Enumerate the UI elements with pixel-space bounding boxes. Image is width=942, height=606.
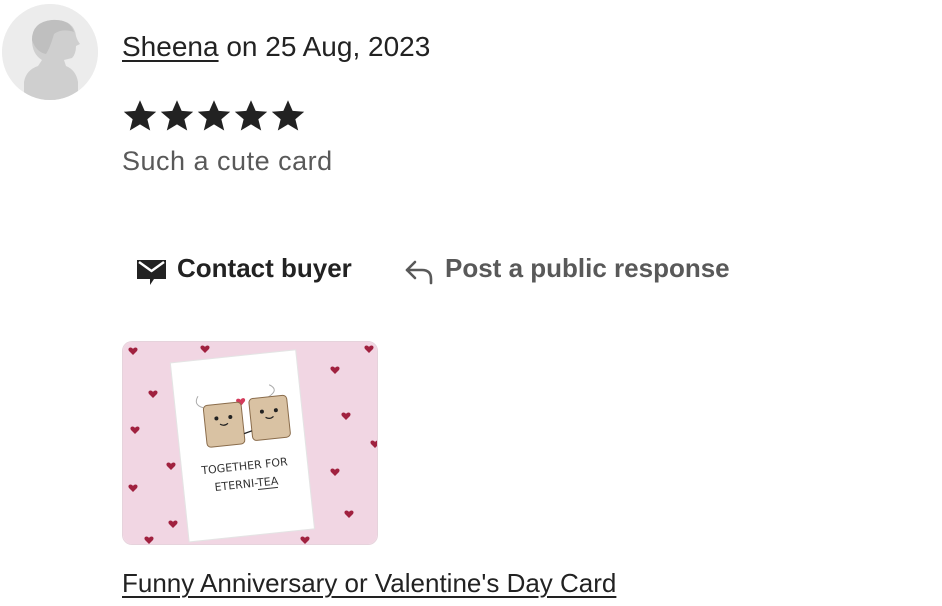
star-icon (160, 100, 194, 131)
avatar[interactable] (2, 4, 98, 100)
star-icon (234, 100, 268, 131)
star-rating (122, 96, 306, 136)
envelope-icon (136, 257, 167, 287)
review-header: Sheena on 25 Aug, 2023 (122, 28, 430, 66)
star-icon (197, 100, 231, 131)
greeting-card: TOGETHER FOR ETERNI-TEA (169, 349, 316, 543)
review-date: on 25 Aug, 2023 (218, 31, 431, 62)
post-public-response-button[interactable]: Post a public response (404, 248, 730, 288)
review-item: Sheena on 25 Aug, 2023 Such a cute card … (0, 0, 942, 606)
post-public-response-label: Post a public response (445, 252, 730, 283)
contact-buyer-button[interactable]: Contact buyer (136, 248, 352, 288)
star-icon (123, 100, 157, 131)
listing-title-link[interactable]: Funny Anniversary or Valentine's Day Car… (122, 565, 616, 601)
listing-thumbnail[interactable]: TOGETHER FOR ETERNI-TEA (122, 341, 378, 545)
review-text: Such a cute card (122, 146, 333, 176)
default-user-silhouette-icon (2, 4, 98, 100)
reply-arrow-icon (404, 258, 435, 286)
star-icon (271, 100, 305, 131)
listing-card-image: TOGETHER FOR ETERNI-TEA (123, 342, 377, 544)
reviewer-name-link[interactable]: Sheena (122, 31, 219, 62)
contact-buyer-label: Contact buyer (177, 252, 352, 283)
